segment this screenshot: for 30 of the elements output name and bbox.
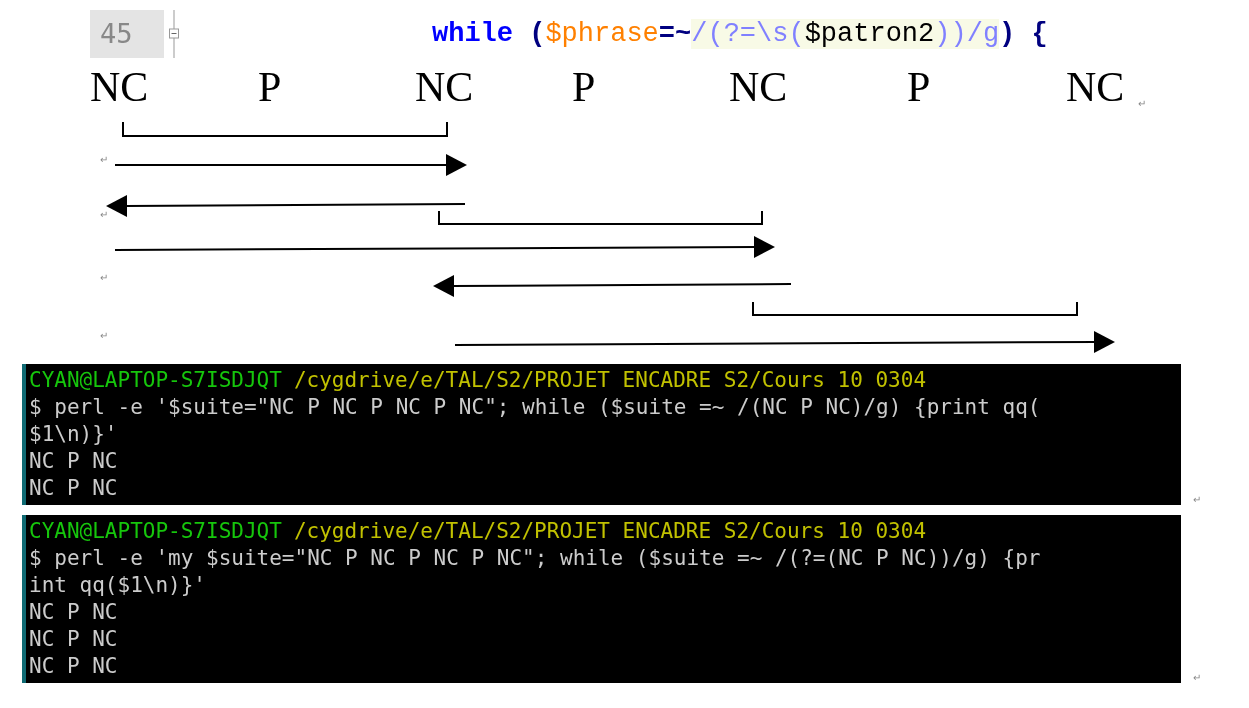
paragraph-mark: ↵ xyxy=(100,208,108,222)
terminal-line: NC P NC xyxy=(29,448,119,475)
paragraph-mark: ↵ xyxy=(1138,97,1146,111)
terminal-line: $1\n)}' xyxy=(29,421,119,448)
paragraph-mark: ↵ xyxy=(100,271,108,285)
prompt-user: CYAN@LAPTOP-S7ISDJQT xyxy=(29,367,282,394)
diagram-label: NC xyxy=(1066,66,1125,108)
terminal-line: $ perl -e 'my $suite="NC P NC P NC P NC"; while ($suite =~ /(?=(NC P NC))/g) {pr xyxy=(29,545,1042,572)
terminal-line: NC P NC xyxy=(29,653,119,680)
diagram-label: P xyxy=(907,66,931,108)
paragraph-mark: ↵ xyxy=(1193,673,1201,683)
diagram-label: NC xyxy=(415,66,474,108)
paragraph-mark: ↵ xyxy=(1193,495,1201,505)
code-text: while ($phrase=~/(?=\s($patron2))/g) { xyxy=(432,17,1048,51)
diagram-label: NC xyxy=(90,66,149,108)
diagram-label: P xyxy=(572,66,596,108)
terminal-line: $ perl -e '$suite="NC P NC P NC P NC"; while ($suite =~ /(NC P NC)/g) {print qq( xyxy=(29,394,1042,421)
terminal-line: NC P NC xyxy=(29,475,119,502)
terminal-line: int qq($1\n)}' xyxy=(29,572,207,599)
prompt-path: /cygdrive/e/TAL/S2/PROJET ENCADRE S2/Cours 10 0304 xyxy=(293,367,927,394)
terminal-line: NC P NC xyxy=(29,626,119,653)
paragraph-mark: ↵ xyxy=(100,329,108,343)
prompt-user: CYAN@LAPTOP-S7ISDJQT xyxy=(29,518,282,545)
prompt-path: /cygdrive/e/TAL/S2/PROJET ENCADRE S2/Cours 10 0304 xyxy=(293,518,927,545)
terminal-line: NC P NC xyxy=(29,599,119,626)
diagram-label: NC xyxy=(729,66,788,108)
diagram-label: P xyxy=(258,66,282,108)
paragraph-mark: ↵ xyxy=(100,153,108,167)
fold-icon xyxy=(168,10,180,58)
line-number: 45 xyxy=(90,10,164,58)
